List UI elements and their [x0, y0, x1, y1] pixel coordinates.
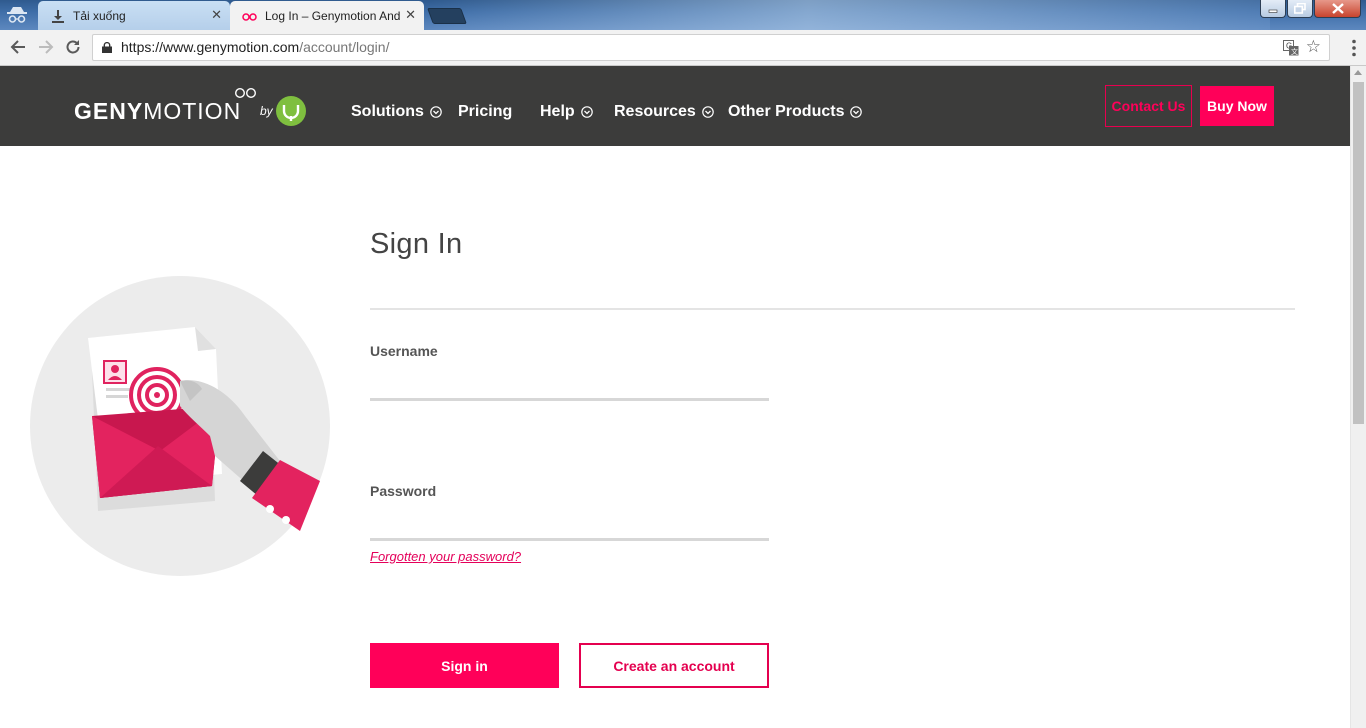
- username-field[interactable]: [370, 365, 769, 401]
- logo-text-light: MOTION: [143, 98, 242, 124]
- close-icon: [1331, 3, 1344, 14]
- genymotion-logo[interactable]: GENYMOTION: [74, 98, 241, 125]
- nav-label: Help: [540, 103, 575, 120]
- password-field[interactable]: [370, 505, 769, 541]
- site-header: GENYMOTION by Solutions Pricing Help Res…: [0, 66, 1350, 146]
- create-account-button[interactable]: Create an account: [579, 643, 769, 688]
- sign-in-button[interactable]: Sign in: [370, 643, 559, 688]
- username-label: Username: [370, 343, 438, 359]
- address-bar[interactable]: https://www.genymotion.com/account/login…: [92, 34, 1330, 61]
- title-divider: [370, 308, 1295, 310]
- scrollbar-thumb[interactable]: [1353, 82, 1364, 424]
- svg-text:文: 文: [1291, 47, 1298, 56]
- chevron-down-icon: [430, 106, 442, 118]
- menu-icon[interactable]: [1352, 39, 1356, 57]
- browser-tab-strip: Tải xuống ✕ Log In – Genymotion And ✕: [0, 0, 1366, 30]
- reload-button[interactable]: [63, 38, 83, 58]
- genymotion-favicon-icon: [242, 8, 258, 24]
- nav-label: Pricing: [458, 103, 513, 120]
- translate-icon[interactable]: G文: [1283, 40, 1299, 56]
- forward-arrow-icon: [39, 40, 54, 54]
- lock-icon: [102, 42, 112, 53]
- login-envelope-illustration: [30, 276, 330, 576]
- incognito-icon: [7, 7, 27, 23]
- download-icon: [50, 8, 66, 24]
- logo-dots-icon: [234, 87, 257, 99]
- tab-downloads[interactable]: Tải xuống ✕: [38, 1, 230, 30]
- logo-text-bold: GENY: [74, 98, 144, 124]
- nav-help[interactable]: Help: [540, 103, 593, 121]
- url-host: https://www.genymotion.com: [121, 39, 300, 55]
- page-scrollbar[interactable]: [1350, 66, 1366, 728]
- tab-title: Log In – Genymotion And: [265, 8, 401, 23]
- chevron-down-icon: [580, 106, 593, 118]
- password-label: Password: [370, 483, 437, 499]
- minimize-button[interactable]: [1260, 0, 1286, 18]
- tab-close-icon[interactable]: ✕: [405, 8, 416, 22]
- url-path: /account/login/: [299, 39, 390, 55]
- nav-resources[interactable]: Resources: [614, 103, 714, 121]
- logo-by-text: by: [260, 104, 273, 118]
- tab-title: Tải xuống: [73, 8, 126, 23]
- nav-label: Other Products: [728, 103, 845, 120]
- back-button[interactable]: [8, 38, 28, 58]
- scroll-up-arrow-icon[interactable]: [1354, 70, 1362, 75]
- nav-label: Solutions: [351, 103, 424, 120]
- tab-close-icon[interactable]: ✕: [211, 8, 222, 22]
- page-title: Sign In: [370, 228, 463, 260]
- tab-login[interactable]: Log In – Genymotion And ✕: [230, 1, 424, 30]
- nav-other-products[interactable]: Other Products: [728, 103, 863, 121]
- bookmark-star-icon[interactable]: ☆: [1306, 37, 1321, 57]
- nav-solutions[interactable]: Solutions: [351, 103, 442, 121]
- back-arrow-icon: [10, 40, 25, 54]
- browser-toolbar: https://www.genymotion.com/account/login…: [0, 30, 1366, 66]
- window-titlebar-glass: [430, 0, 1270, 30]
- new-tab-button[interactable]: [427, 8, 467, 24]
- restore-icon: [1294, 3, 1306, 14]
- nav-label: Resources: [614, 103, 696, 120]
- forward-button[interactable]: [36, 38, 56, 58]
- forgot-password-link[interactable]: Forgotten your password?: [370, 549, 521, 564]
- chevron-down-icon: [702, 106, 714, 118]
- minimize-icon: [1268, 9, 1278, 13]
- restore-button[interactable]: [1287, 0, 1313, 18]
- contact-us-button[interactable]: Contact Us: [1105, 85, 1192, 127]
- chevron-down-icon: [850, 106, 863, 118]
- genymobile-badge-icon: [276, 96, 306, 126]
- nav-pricing[interactable]: Pricing: [458, 103, 512, 121]
- reload-icon: [66, 40, 80, 54]
- url-text: https://www.genymotion.com/account/login…: [121, 35, 389, 60]
- close-window-button[interactable]: [1314, 0, 1361, 18]
- buy-now-button[interactable]: Buy Now: [1200, 86, 1274, 126]
